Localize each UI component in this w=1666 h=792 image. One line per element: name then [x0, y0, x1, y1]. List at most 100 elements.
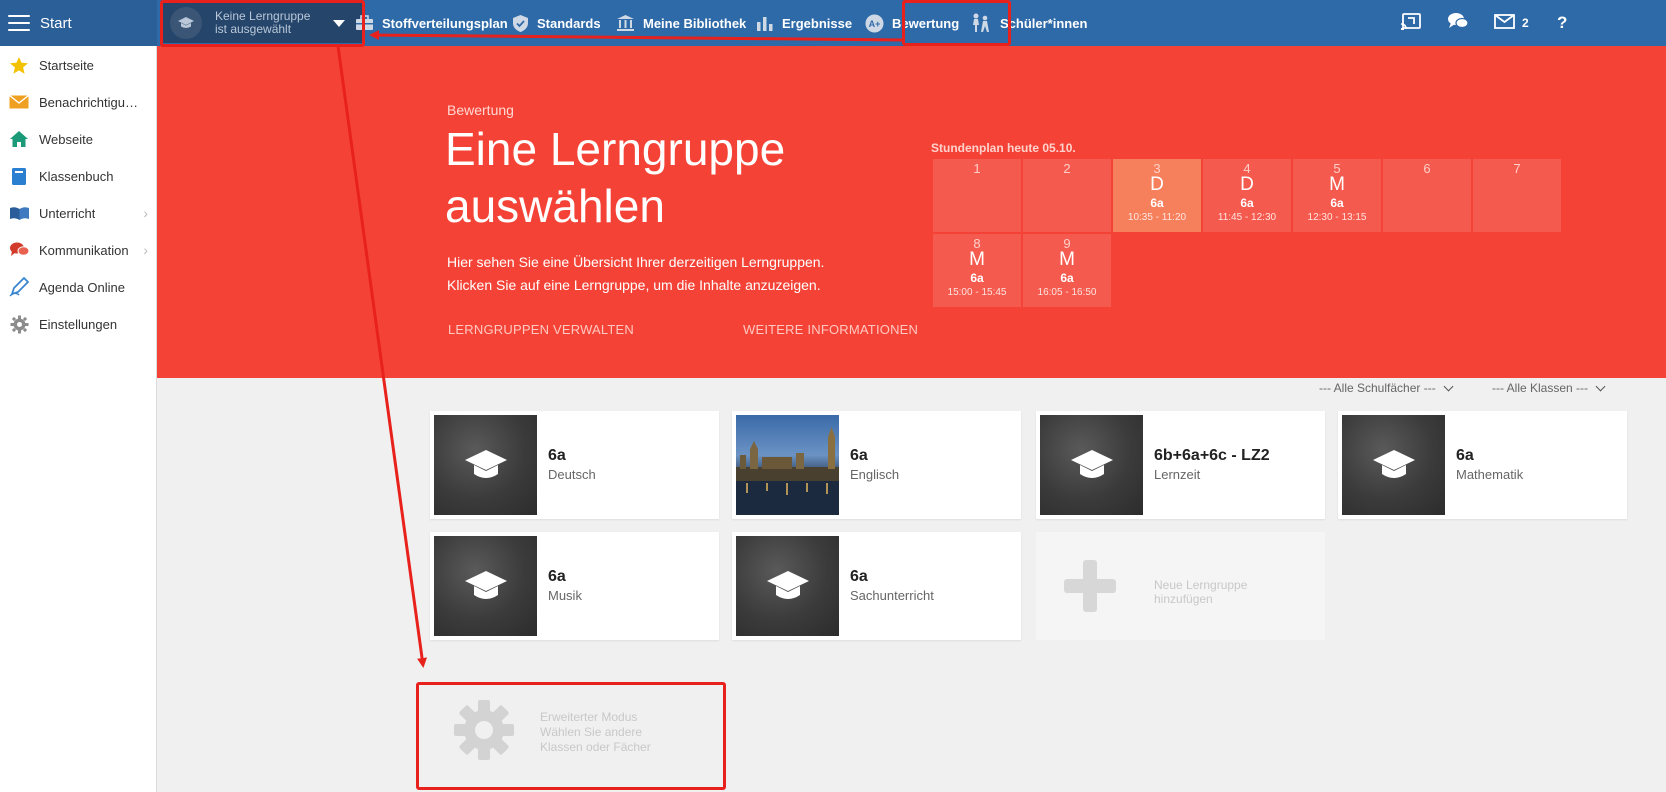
sidebar-item-label: Benachrichtigungen: [39, 94, 144, 110]
chevron-right-icon: ›: [143, 205, 148, 221]
slot-class: 6a: [1240, 196, 1254, 210]
group-card-subject: Lernzeit: [1154, 467, 1201, 482]
sidebar-item-label: Webseite: [39, 131, 93, 147]
chevron-right-icon: ›: [143, 242, 148, 258]
manage-groups-link[interactable]: LERNGRUPPEN VERWALTEN: [448, 322, 634, 337]
plus-icon: [1062, 558, 1118, 619]
nav-stoffverteilungsplan[interactable]: Stoffverteilungsplan: [355, 0, 508, 46]
sidebar-item-unterricht[interactable]: Unterricht ›: [0, 194, 156, 232]
slot-time: 15:00 - 15:45: [947, 287, 1007, 298]
schedule-slot: 1: [933, 159, 1021, 232]
cast-button[interactable]: [1400, 0, 1421, 46]
nav-meine-bibliothek[interactable]: Meine Bibliothek: [616, 0, 746, 46]
schedule-slot[interactable]: 9 M 6a 16:05 - 16:50: [1023, 234, 1111, 307]
graduation-cap-icon: [464, 571, 507, 599]
slot-time: 10:35 - 11:20: [1127, 212, 1187, 223]
home-icon: [8, 128, 30, 150]
group-card-subject: Sachunterricht: [850, 588, 934, 603]
schedule-slot[interactable]: 4 D 6a 11:45 - 12:30: [1203, 159, 1291, 232]
schedule-title: Stundenplan heute 05.10.: [931, 141, 1076, 155]
hero-description-line1: Hier sehen Sie eine Übersicht Ihrer derz…: [447, 254, 825, 270]
chevron-down-icon: [1595, 381, 1606, 391]
group-card-sachunterricht[interactable]: 6a Sachunterricht: [732, 532, 1021, 640]
add-group-line2: hinzufügen: [1154, 592, 1213, 606]
slot-class: 6a: [970, 271, 984, 285]
slot-class: [1023, 195, 1111, 211]
slot-class: [933, 195, 1021, 211]
group-card-title: 6a: [548, 568, 566, 585]
group-card-subject: Deutsch: [548, 467, 596, 482]
sidebar-item-klassenbuch[interactable]: Klassenbuch: [0, 157, 156, 195]
group-thumbnail: [736, 536, 839, 636]
slot-class: 6a: [1150, 196, 1164, 210]
messages-button[interactable]: 2: [1494, 0, 1529, 46]
slot-period-number: 6: [1423, 161, 1431, 176]
group-card-deutsch[interactable]: 6a Deutsch: [430, 411, 719, 519]
class-filter-value: --- Alle Klassen ---: [1492, 381, 1589, 395]
help-button[interactable]: ?: [1557, 0, 1567, 46]
group-card-title: 6a: [850, 447, 868, 464]
group-card-subject: Musik: [548, 588, 582, 603]
nav-standards[interactable]: Standards: [512, 0, 601, 46]
group-thumbnail: [1040, 415, 1143, 515]
slot-subject: M: [969, 249, 985, 270]
svg-text:A+: A+: [869, 19, 881, 29]
schedule-slot: 6: [1383, 159, 1471, 232]
notebook-icon: [8, 165, 30, 187]
hero-description: Hier sehen Sie eine Übersicht Ihrer derz…: [447, 251, 824, 297]
sidebar-item-agenda-online[interactable]: Agenda Online: [0, 268, 156, 306]
bar-chart-icon: [756, 15, 774, 31]
group-card-lernzeit[interactable]: 6b+6a+6c - LZ2 Lernzeit: [1036, 411, 1325, 519]
schedule-slot[interactable]: 5 M 6a 12:30 - 13:15: [1293, 159, 1381, 232]
slot-period-number: 1: [973, 161, 981, 176]
graduation-cap-icon: [766, 571, 809, 599]
schedule-slot: 7: [1473, 159, 1561, 232]
slot-period-number: 5: [1333, 161, 1341, 176]
schedule-slot[interactable]: 3 D 6a 10:35 - 11:20: [1113, 159, 1201, 232]
slot-class: [1383, 195, 1471, 211]
library-icon: [616, 14, 635, 32]
slot-period-number: 3: [1153, 161, 1161, 176]
schedule-slot: 2: [1023, 159, 1111, 232]
slot-period-number: 9: [1063, 236, 1071, 251]
group-card-title: 6a: [1456, 447, 1474, 464]
chat-button[interactable]: [1447, 0, 1469, 46]
schedule-slot[interactable]: 8 M 6a 15:00 - 15:45: [933, 234, 1021, 307]
nav-label: Stoffverteilungsplan: [382, 15, 508, 31]
hero-banner: Bewertung Eine Lerngruppe auswählen Hier…: [157, 46, 1666, 378]
start-menu-button[interactable]: Start: [0, 0, 157, 46]
sidebar-item-einstellungen[interactable]: Einstellungen: [0, 305, 156, 343]
slot-period-number: 7: [1513, 161, 1521, 176]
group-thumbnail: [434, 536, 537, 636]
sidebar: Startseite Benachrichtigungen Webseite K…: [0, 46, 157, 792]
subject-filter-value: --- Alle Schulfächer ---: [1319, 381, 1436, 395]
slot-period-number: 2: [1063, 161, 1071, 176]
add-group-card[interactable]: Neue Lerngruppe hinzufügen: [1036, 532, 1325, 640]
graduation-cap-icon: [464, 450, 507, 478]
sidebar-item-webseite[interactable]: Webseite: [0, 120, 156, 158]
sidebar-item-benachrichtigungen[interactable]: Benachrichtigungen: [0, 83, 156, 121]
slot-time: 12:30 - 13:15: [1307, 212, 1367, 223]
class-filter-select[interactable]: --- Alle Klassen ---: [1492, 381, 1606, 395]
graduation-cap-icon: [1372, 450, 1415, 478]
sidebar-item-kommunikation[interactable]: Kommunikation ›: [0, 231, 156, 269]
chevron-down-icon: [1443, 381, 1454, 391]
slot-subject: [1023, 175, 1111, 195]
help-icon: ?: [1557, 13, 1568, 32]
hamburger-icon: [8, 15, 30, 31]
slot-class: 6a: [1330, 196, 1344, 210]
subject-filter-select[interactable]: --- Alle Schulfächer ---: [1319, 381, 1454, 395]
sidebar-item-startseite[interactable]: Startseite: [0, 46, 156, 84]
group-card-englisch[interactable]: 6a Englisch: [732, 411, 1021, 519]
nav-ergebnisse[interactable]: Ergebnisse: [756, 0, 852, 46]
gear-icon: [8, 313, 30, 335]
pen-icon: [8, 276, 30, 298]
london-photo: [736, 415, 839, 515]
grading-icon: A+: [865, 14, 884, 33]
annotation-box-bewertung: [902, 0, 1011, 46]
start-label: Start: [40, 14, 72, 32]
group-thumbnail: [1342, 415, 1445, 515]
group-card-mathematik[interactable]: 6a Mathematik: [1338, 411, 1627, 519]
group-card-musik[interactable]: 6a Musik: [430, 532, 719, 640]
more-info-link[interactable]: WEITERE INFORMATIONEN: [743, 322, 918, 337]
